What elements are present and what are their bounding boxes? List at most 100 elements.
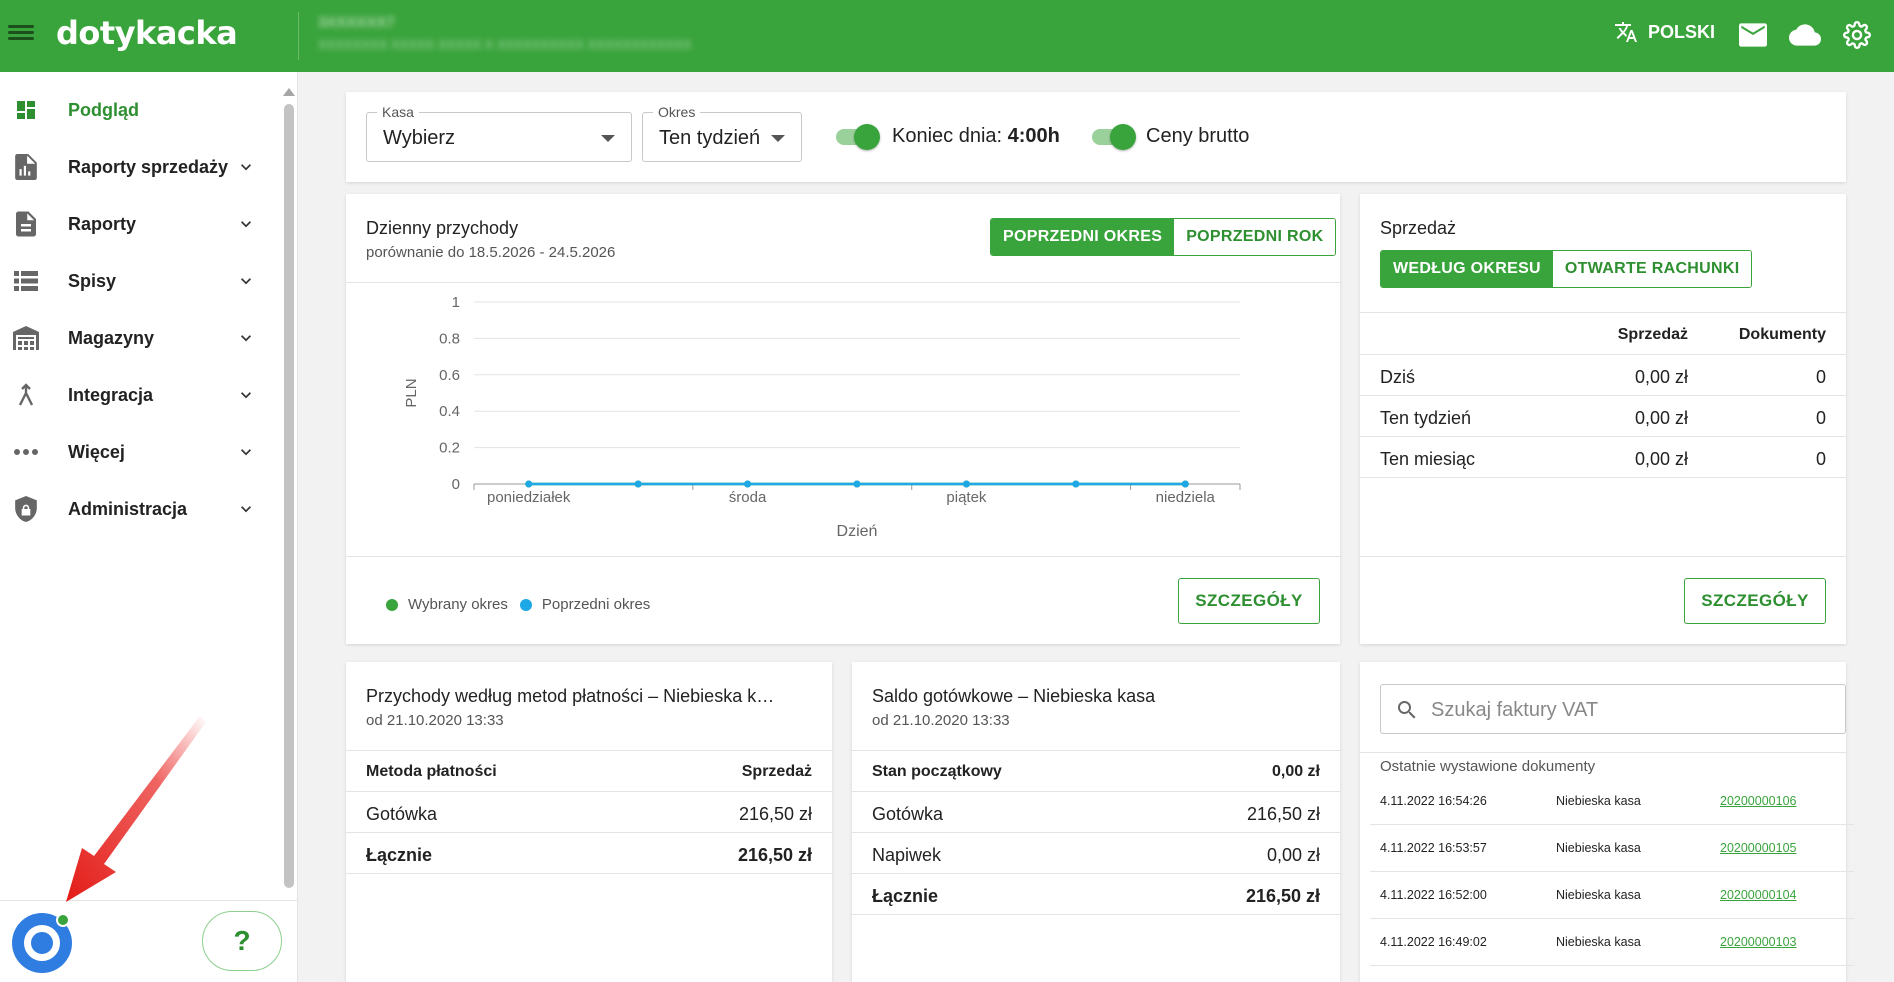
doc-register: Niebieska kasa: [1556, 935, 1641, 949]
sales-details-button[interactable]: SZCZEGÓŁY: [1684, 578, 1826, 624]
x-tick-label: poniedziałek: [487, 489, 571, 506]
series-point-1: [1181, 480, 1189, 488]
row-label: Łącznie: [366, 845, 433, 865]
gross-prices-toggle[interactable]: [1090, 124, 1136, 150]
sidebar-item-label: Magazyny: [68, 327, 155, 348]
doc-number-link[interactable]: 20200000104: [1720, 888, 1796, 902]
doc-number-link[interactable]: 20200000105: [1720, 841, 1796, 855]
sidebar-item-label: Więcej: [68, 441, 125, 462]
invoice-card: Ostatnie wystawione dokumenty 4.11.2022 …: [1360, 662, 1854, 982]
table-row: Gotówka 216,50 zł: [852, 792, 1340, 833]
company-name: 3XXXXXX7: [318, 14, 395, 31]
cash-card: Saldo gotówkowe – Niebieska kasa od 21.1…: [852, 662, 1340, 982]
y-tick-label: 0.6: [439, 367, 460, 384]
series-point-1: [744, 480, 752, 488]
by-period-button[interactable]: WEDŁUG OKRESU: [1381, 251, 1553, 287]
sidebar-item-magazyny[interactable]: Magazyny: [0, 310, 270, 366]
series-point-1: [634, 480, 642, 488]
list-item: 4.11.2022 16:52:00 Niebieska kasa 202000…: [1370, 872, 1854, 919]
row-value: 216,50 zł: [738, 804, 812, 824]
kasa-value: Wybierz: [383, 127, 456, 149]
sidebar-item-spisy[interactable]: Spisy: [0, 253, 270, 309]
sidebar-item-wiecej[interactable]: Więcej: [0, 424, 270, 480]
row-label: Łącznie: [872, 886, 939, 906]
doc-number-link[interactable]: 20200000106: [1720, 794, 1796, 808]
table-row-total: Łącznie 216,50 zł: [852, 874, 1340, 915]
sidebar-item-integracja[interactable]: Integracja: [0, 367, 270, 423]
company-desc: XXXXXXXX XXXXX XXXXX X XXXXXXXXXX XXXXXX…: [318, 37, 692, 52]
revenue-title: Dzienny przychody: [366, 218, 519, 238]
y-tick-label: 0: [452, 476, 460, 493]
sidebar-item-raporty[interactable]: Raporty: [0, 196, 270, 252]
legend-selected: Wybrany okres: [408, 596, 508, 613]
invoice-search-input[interactable]: [1431, 695, 1831, 725]
list-item: 4.11.2022 16:53:57 Niebieska kasa 202000…: [1370, 825, 1854, 872]
top-bar: dotykacka 3XXXXXX7 XXXXXXXX XXXXX XXXXX …: [0, 0, 1894, 72]
divider: [1360, 556, 1846, 557]
okres-select[interactable]: Okres Ten tydzień: [642, 104, 802, 162]
series-point-1: [962, 480, 970, 488]
shield-icon: [12, 495, 40, 523]
y-tick-label: 1: [452, 294, 460, 311]
kasa-label: Kasa: [377, 104, 419, 120]
y-tick-label: 0.8: [439, 330, 460, 347]
gear-icon[interactable]: [1840, 18, 1874, 52]
sales-report-icon: [12, 153, 40, 181]
row-sales: 0,00 zł: [1634, 449, 1688, 469]
translate-icon: [1615, 22, 1637, 42]
sales-table-header: Sprzedaż Dokumenty: [1360, 314, 1846, 355]
prev-year-button[interactable]: POPRZEDNI ROK: [1174, 219, 1336, 255]
language-selector[interactable]: POLSKI: [1614, 20, 1715, 44]
revenue-card: Dzienny przychody porównanie do 18.5.202…: [346, 194, 1340, 644]
prev-period-button[interactable]: POPRZEDNI OKRES: [991, 219, 1175, 255]
end-of-day-value: 4:00h: [1007, 125, 1060, 147]
end-of-day-text: Koniec dnia:: [892, 125, 1003, 147]
mail-icon[interactable]: [1736, 18, 1770, 52]
row-label: Gotówka: [872, 804, 944, 824]
sidebar-item-podglad[interactable]: Podgląd: [0, 82, 270, 138]
menu-icon[interactable]: [8, 22, 34, 46]
chevron-down-icon: [241, 164, 251, 171]
row-value: 216,50 zł: [1245, 886, 1320, 906]
kasa-select[interactable]: Kasa Wybierz: [366, 104, 632, 162]
list-item: 4.11.2022 16:49:02 Niebieska kasa 202000…: [1370, 919, 1854, 966]
sidebar-item-label: Raporty sprzedaży: [68, 156, 229, 177]
scroll-up-arrow[interactable]: [283, 88, 295, 96]
chevron-down-icon: [241, 392, 251, 399]
row-value: 0,00 zł: [1266, 845, 1320, 865]
sidebar-item-label: Spisy: [68, 270, 117, 291]
sidebar-item-label: Podgląd: [68, 99, 139, 120]
y-axis-label: PLN: [403, 378, 420, 407]
cloud-icon[interactable]: [1788, 18, 1822, 52]
doc-date: 4.11.2022 16:53:57: [1380, 841, 1487, 855]
warehouse-icon: [12, 324, 40, 352]
help-button[interactable]: ?: [202, 911, 282, 971]
sidebar-item-administracja[interactable]: Administracja: [0, 481, 270, 537]
end-of-day-toggle[interactable]: [834, 124, 880, 150]
chat-icon: [24, 925, 60, 961]
divider: [346, 556, 1340, 557]
table-row-total: Łącznie 216,50 zł: [346, 833, 832, 874]
open-bills-button[interactable]: OTWARTE RACHUNKI: [1552, 251, 1752, 287]
revenue-chart: 1 0.8 0.6 0.4 0.2 0 poniedziałek środa piątek nie…: [403, 294, 1241, 540]
sidebar-scrollbar[interactable]: [284, 104, 294, 888]
list-icon: [12, 267, 40, 295]
table-row: Ten tydzień 0,00 zł 0: [1360, 396, 1846, 437]
sidebar-item-label: Administracja: [68, 498, 188, 519]
sidebar-item-raporty-sprzedazy[interactable]: Raporty sprzedaży: [0, 139, 270, 195]
row-docs: 0: [1815, 408, 1826, 428]
legend-previous: Poprzedni okres: [541, 596, 651, 613]
merge-icon: [12, 381, 40, 409]
revenue-details-button[interactable]: SZCZEGÓŁY: [1178, 578, 1320, 624]
row-sales: 0,00 zł: [1634, 367, 1688, 387]
language-label: POLSKI: [1648, 21, 1716, 42]
search-icon: [1398, 701, 1416, 719]
chevron-down-icon: [241, 221, 251, 228]
col-method: Metoda płatności: [366, 763, 497, 780]
row-label: Stan początkowy: [872, 763, 1002, 780]
doc-number-link[interactable]: 20200000103: [1720, 935, 1796, 949]
row-docs: 0: [1815, 449, 1826, 469]
row-sales: 0,00 zł: [1634, 408, 1688, 428]
caret-down-icon: [601, 135, 615, 142]
sales-toggle-group: WEDŁUG OKRESU OTWARTE RACHUNKI: [1380, 250, 1753, 288]
